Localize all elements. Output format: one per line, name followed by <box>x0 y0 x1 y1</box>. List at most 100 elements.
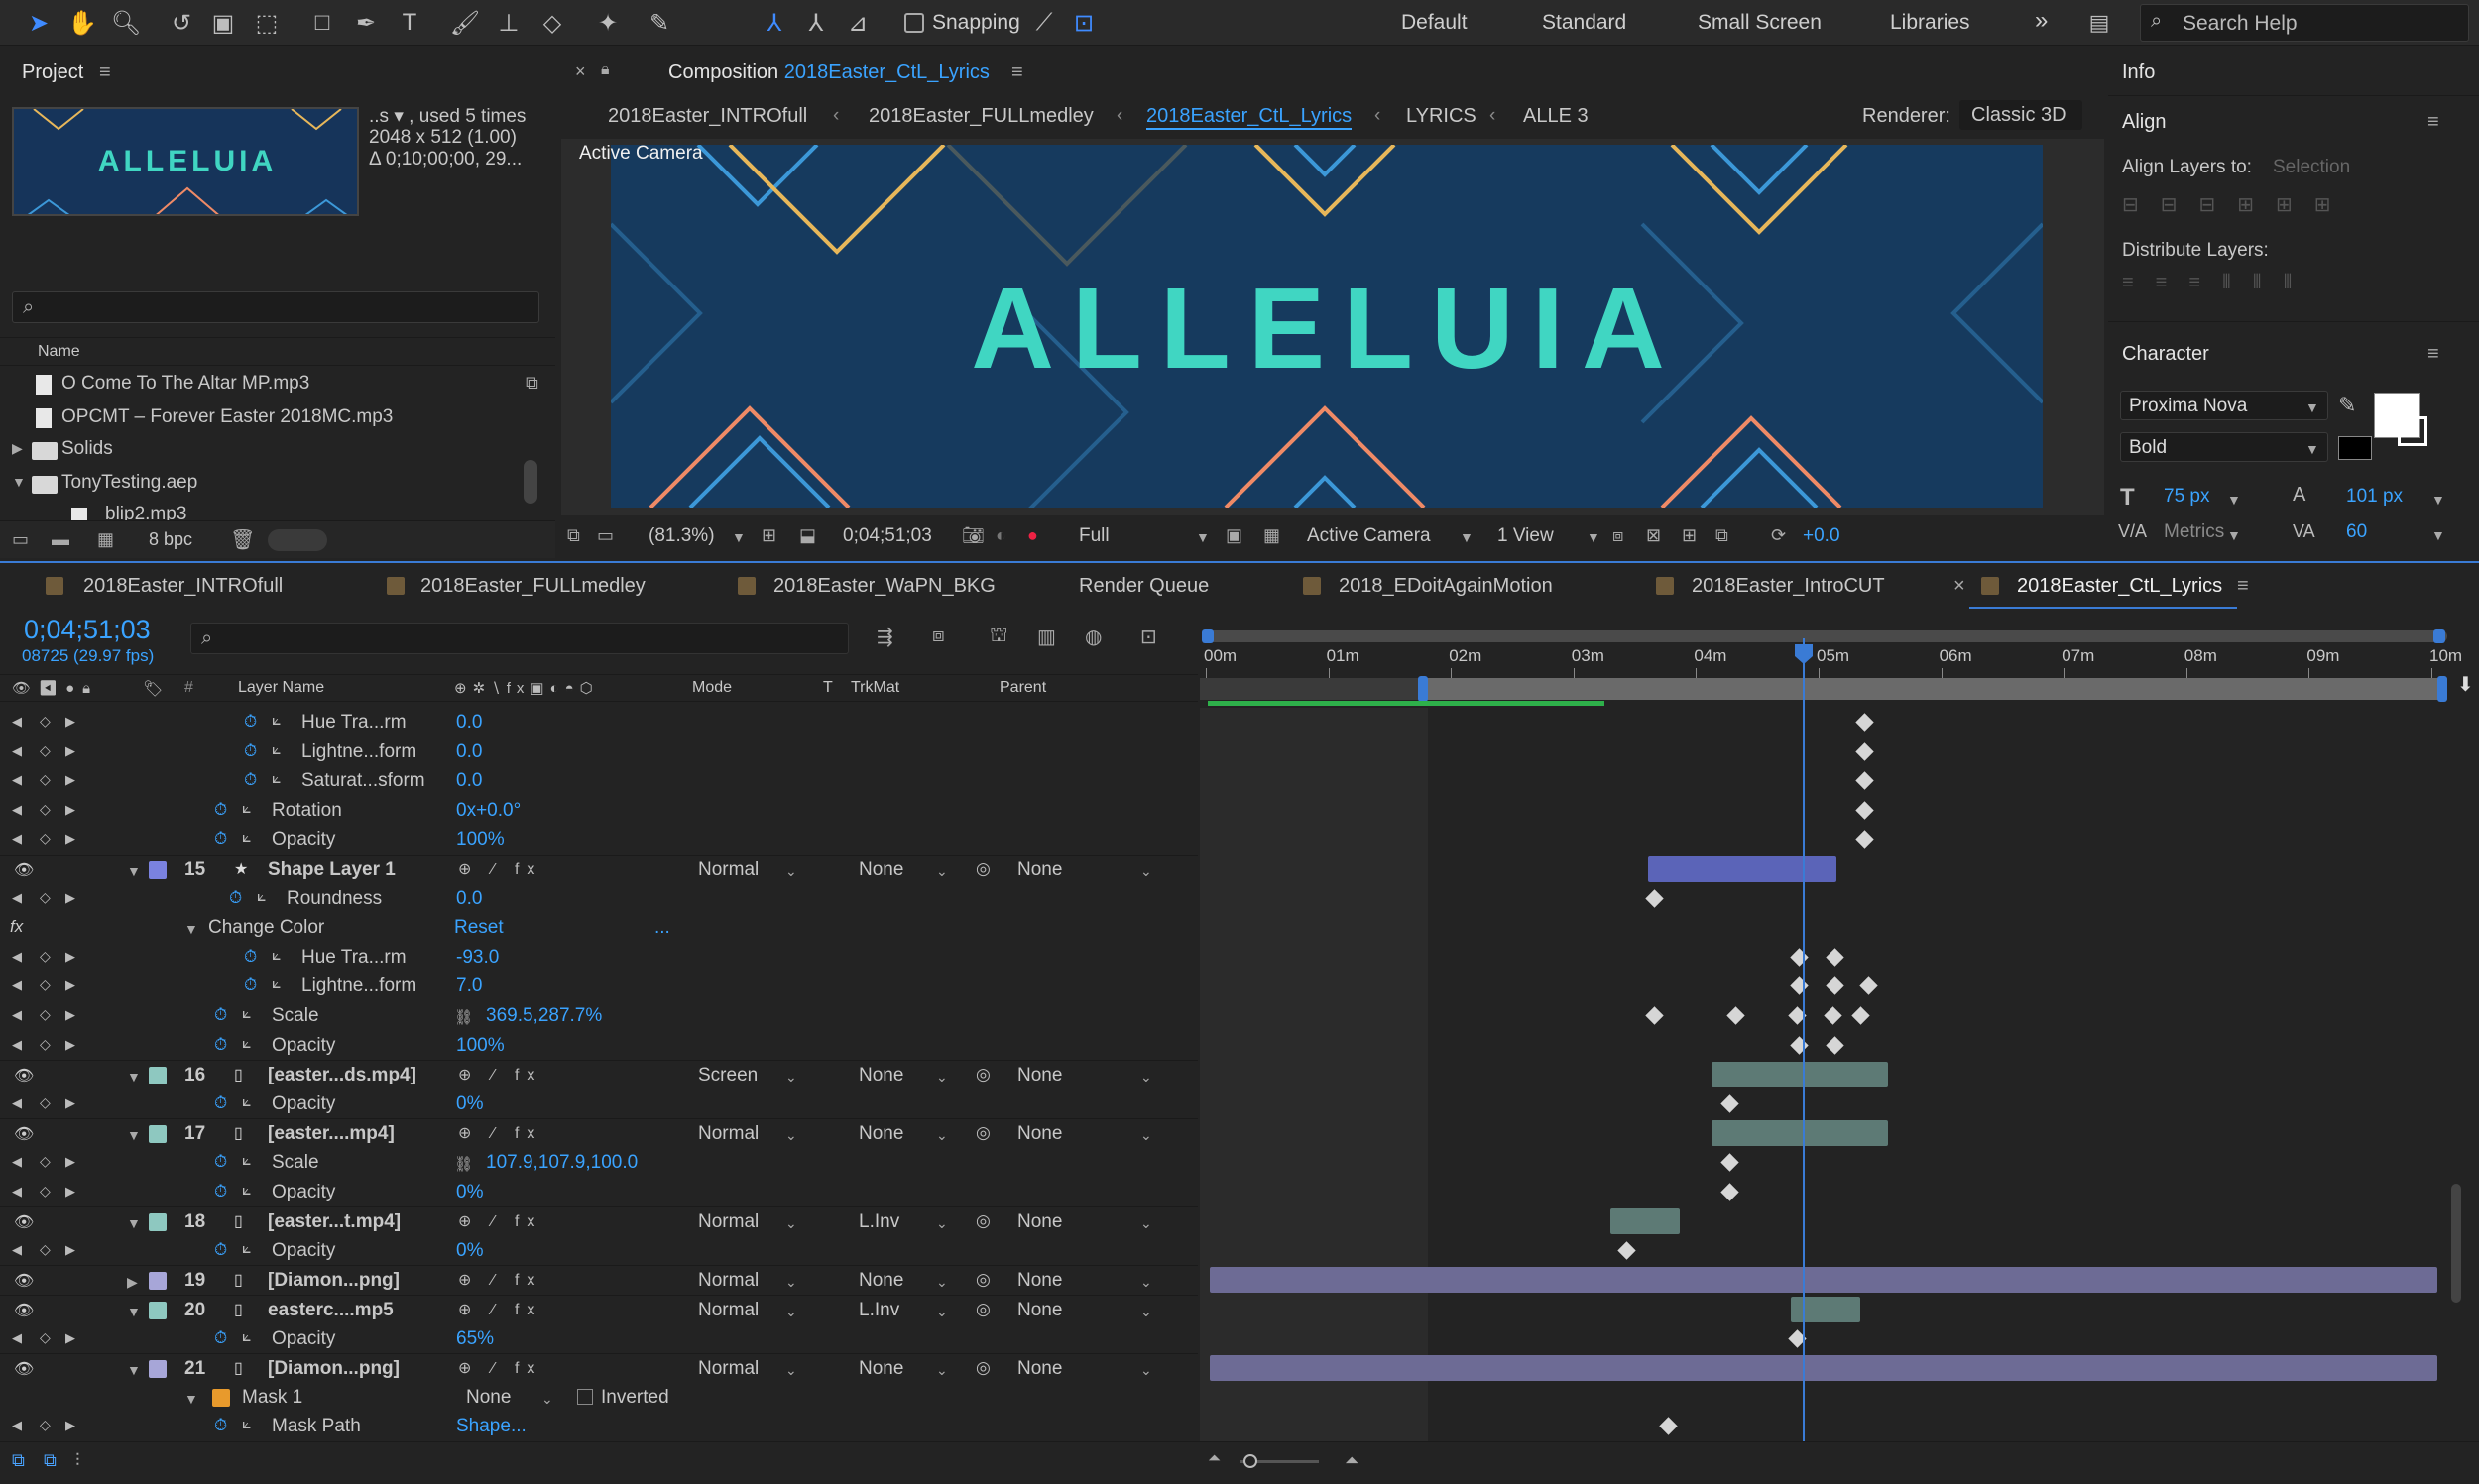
workspace-standard[interactable]: Standard <box>1542 11 1626 35</box>
eraser-tool-icon[interactable]: ◇ <box>535 6 569 40</box>
keyframe-icon[interactable] <box>1617 1241 1636 1260</box>
toggle-in-out-icon[interactable]: ⫶ <box>75 1450 80 1471</box>
layer-search-input[interactable]: ⌕ <box>190 623 849 654</box>
keyframe-icon[interactable] <box>1855 713 1874 732</box>
label-color-swatch[interactable] <box>149 1360 167 1379</box>
align-menu-icon[interactable]: ≡ <box>2427 111 2439 134</box>
keyframe-prev-icon[interactable]: ◀ <box>12 1242 22 1258</box>
close-icon[interactable]: × <box>575 61 586 82</box>
leading-value[interactable]: 101 px <box>2346 486 2403 508</box>
property-value[interactable]: 369.5,287.7% <box>486 1005 602 1027</box>
breadcrumb-item[interactable]: 2018Easter_INTROfull <box>608 105 807 128</box>
stopwatch-icon[interactable]: ⏱︎ <box>214 1152 227 1172</box>
pick-whip-icon[interactable]: ◎ <box>976 1270 991 1290</box>
blend-mode-dropdown[interactable]: Normal <box>698 1270 759 1292</box>
effect-reset-link[interactable]: Reset <box>454 917 504 939</box>
keyframe-prev-icon[interactable]: ◀ <box>12 977 22 993</box>
mask-mode-dropdown[interactable]: None <box>466 1387 511 1409</box>
property-value[interactable]: 107.9,107.9,100.0 <box>486 1152 638 1174</box>
tab-comp[interactable]: 2018Easter_INTROfull <box>83 575 283 598</box>
pick-whip-icon[interactable]: ◎ <box>976 1211 991 1231</box>
property-row[interactable]: ▼ Mask 1 None ⌄ Inverted <box>0 1383 1198 1413</box>
pick-whip-icon[interactable]: ◎ <box>976 1300 991 1319</box>
channels-icon[interactable]: ● <box>1027 525 1038 546</box>
view-axis-icon[interactable]: ⊿ <box>841 6 875 40</box>
layer-switches[interactable]: ⊕ ∕ fx <box>458 1270 542 1290</box>
project-scrollbar[interactable] <box>524 460 537 504</box>
keyframe-add-icon[interactable]: ◇ <box>40 830 51 847</box>
keyframe-icon[interactable] <box>1720 1094 1739 1113</box>
expand-arrow-icon[interactable]: ▼ <box>127 863 141 879</box>
eye-icon[interactable]: 👁︎ <box>14 1271 34 1291</box>
breadcrumb-item[interactable]: 2018Easter_FULLmedley <box>869 105 1094 128</box>
header-layer-name[interactable]: Layer Name <box>238 679 324 697</box>
eye-icon[interactable]: 👁︎ <box>14 1359 34 1379</box>
list-item[interactable]: TonyTesting.aep <box>61 472 197 494</box>
graph-icon[interactable]: ⟀ <box>242 1328 252 1346</box>
graph-editor-icon[interactable]: ⊡ <box>1140 625 1157 649</box>
layer-name[interactable]: [easter....mp4] <box>268 1123 395 1145</box>
keyframe-add-icon[interactable]: ◇ <box>40 1417 51 1433</box>
zoom-in-icon[interactable]: ⏶ <box>1345 1450 1358 1471</box>
keyframe-prev-icon[interactable]: ◀ <box>12 1037 22 1053</box>
grid-icon[interactable]: ⊞ <box>762 525 776 546</box>
layer-row[interactable]: 👁︎ ▼ 20 ▯ easterc....mp5 ⊕ ∕ fx Normal ⌄ L.Inv ⌄ ◎… <box>0 1295 1198 1324</box>
tab-comp[interactable]: 2018Easter_FULLmedley <box>420 575 646 598</box>
keyframe-add-icon[interactable]: ◇ <box>40 1329 51 1346</box>
layer-switches[interactable]: ⊕ ∕ fx <box>458 1211 542 1231</box>
keyframe-prev-icon[interactable]: ◀ <box>12 772 22 788</box>
timeline-scrollbar[interactable] <box>2447 708 2465 1441</box>
camera-tool-icon[interactable]: ▣ <box>206 6 240 40</box>
stopwatch-icon[interactable]: ⏱︎ <box>214 1182 227 1201</box>
keyframe-prev-icon[interactable]: ◀ <box>12 743 22 759</box>
composition-menu-icon[interactable]: ≡ <box>1011 61 1023 84</box>
lock-icon[interactable]: 🔒︎ <box>601 61 610 79</box>
graph-icon[interactable]: ⟀ <box>242 1093 252 1111</box>
stopwatch-icon[interactable]: ⏱︎ <box>229 888 242 908</box>
keyframe-add-icon[interactable]: ◇ <box>40 889 51 906</box>
keyframe-prev-icon[interactable]: ◀ <box>12 1418 22 1433</box>
effect-fx-icon[interactable]: fx <box>10 917 23 937</box>
playhead-line[interactable] <box>1803 638 1805 1441</box>
project-search-input[interactable]: ⌕ <box>12 291 539 323</box>
brush-tool-icon[interactable]: 🖌︎ <box>448 6 482 40</box>
keyframe-prev-icon[interactable]: ◀ <box>12 1184 22 1199</box>
graph-icon[interactable]: ⟀ <box>242 829 252 847</box>
parent-dropdown[interactable]: None <box>1017 1065 1062 1086</box>
layer-name[interactable]: [Diamon...png] <box>268 1270 400 1292</box>
layer-switches[interactable]: ⊕ ∕ fx <box>458 1065 542 1084</box>
keyframe-prev-icon[interactable]: ◀ <box>12 1154 22 1170</box>
stopwatch-icon[interactable]: ⏱︎ <box>244 742 257 761</box>
kerning-value[interactable]: Metrics <box>2164 521 2224 543</box>
layer-duration-bar[interactable] <box>1712 1062 1888 1088</box>
character-panel-title[interactable]: Character <box>2122 343 2209 366</box>
flowchart-icon[interactable]: ⧉ <box>526 373 538 394</box>
blend-mode-dropdown[interactable]: Normal <box>698 859 759 881</box>
project-menu-icon[interactable]: ≡ <box>99 61 111 84</box>
pick-whip-icon[interactable]: ◎ <box>976 859 991 879</box>
parent-dropdown[interactable]: None <box>1017 1358 1062 1380</box>
rectangle-tool-icon[interactable]: □ <box>305 6 339 40</box>
stopwatch-icon[interactable]: ⏱︎ <box>214 1035 227 1055</box>
keyframe-next-icon[interactable]: ▶ <box>65 831 75 847</box>
property-value[interactable]: 0.0 <box>456 712 482 734</box>
keyframe-next-icon[interactable]: ▶ <box>65 714 75 730</box>
layer-duration-bar[interactable] <box>1210 1355 2437 1382</box>
property-row[interactable]: ◀ ◇ ▶ ⏱︎ ⟀ Opacity 65% <box>0 1324 1198 1354</box>
local-axis-icon[interactable]: ⅄ <box>758 6 791 40</box>
property-row[interactable]: ◀ ◇ ▶ ⏱︎ ⟀ Mask Path Shape... <box>0 1412 1198 1441</box>
keyframe-add-icon[interactable]: ◇ <box>40 771 51 788</box>
show-snapshot-icon[interactable]: ◐ <box>996 525 1006 546</box>
keyframe-prev-icon[interactable]: ◀ <box>12 831 22 847</box>
property-value[interactable]: 0% <box>456 1182 483 1203</box>
eye-icon[interactable]: 👁︎ <box>14 1124 34 1144</box>
workspace-small-screen[interactable]: Small Screen <box>1698 11 1822 35</box>
graph-icon[interactable]: ⟀ <box>242 1182 252 1199</box>
workspace-libraries[interactable]: Libraries <box>1890 11 1970 35</box>
keyframe-icon[interactable] <box>1645 888 1664 908</box>
stopwatch-icon[interactable]: ⏱︎ <box>214 829 227 849</box>
stopwatch-icon[interactable]: ⏱︎ <box>214 1240 227 1260</box>
keyframe-add-icon[interactable]: ◇ <box>40 948 51 965</box>
graph-icon[interactable]: ⟀ <box>242 1005 252 1023</box>
hand-tool-icon[interactable]: ✋ <box>65 6 99 40</box>
